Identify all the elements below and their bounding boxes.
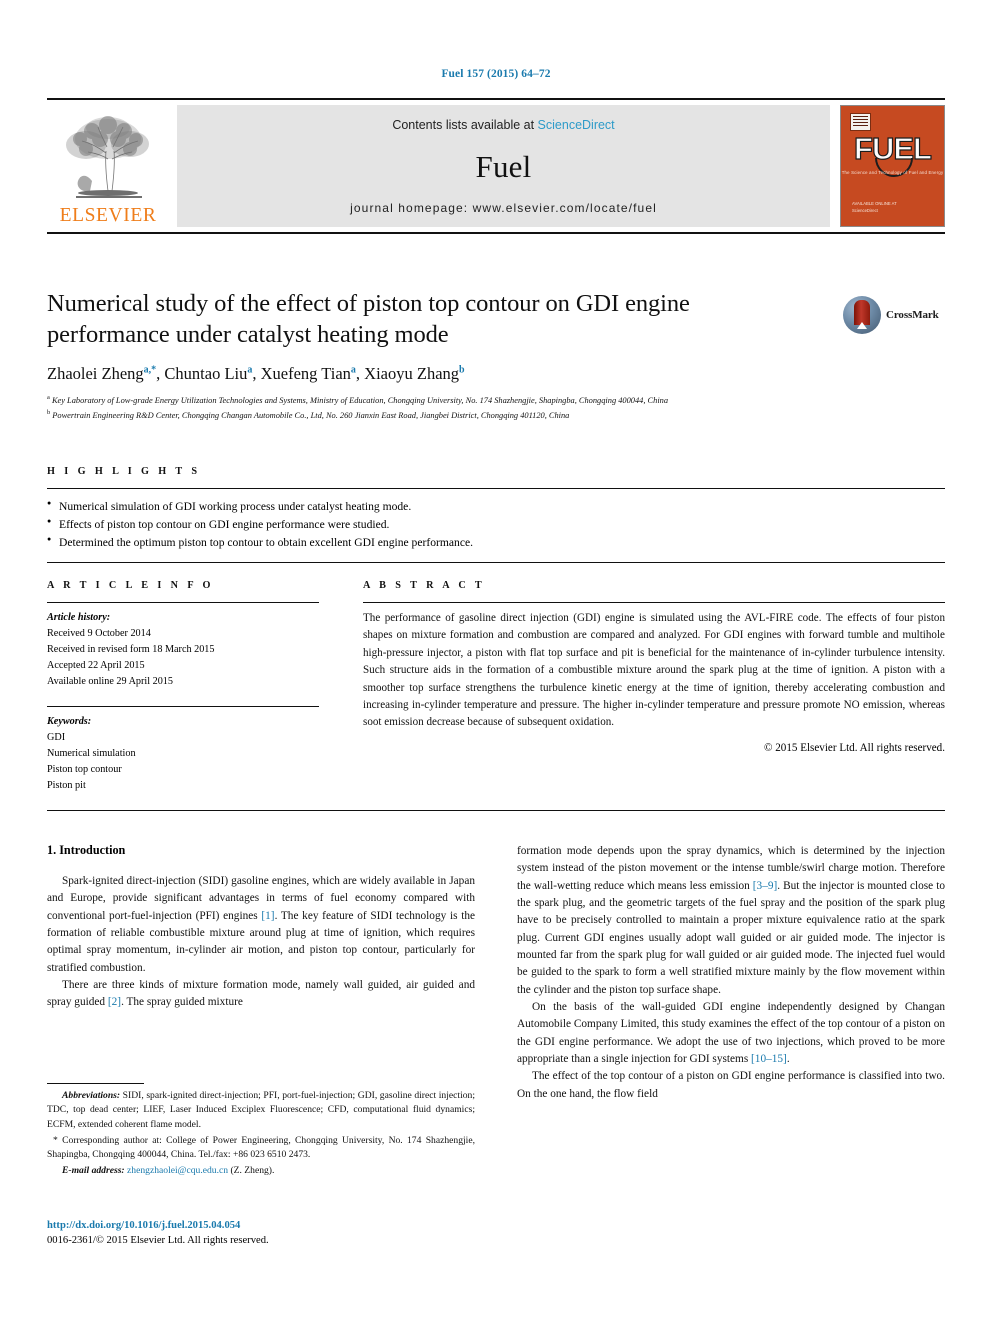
body-paragraph: formation mode depends upon the spray dy… (517, 843, 945, 999)
footnote-email: E-mail address: zhengzhaolei@cqu.edu.cn … (47, 1164, 475, 1178)
elsevier-tree-icon (66, 115, 149, 198)
affiliation-item: a Key Laboratory of Low-grade Energy Uti… (47, 393, 945, 408)
body-column-left: 1. Introduction Spark-ignited direct-inj… (47, 843, 475, 1103)
journal-cover-thumbnail: FUEL The Science and Technology of Fuel … (840, 105, 945, 227)
info-abstract-section: A R T I C L E I N F O Article history: R… (47, 580, 945, 794)
body-paragraph: Spark-ignited direct-injection (SIDI) ga… (47, 873, 475, 977)
journal-masthead: ELSEVIER Contents lists available at Sci… (47, 98, 945, 234)
article-info-column: A R T I C L E I N F O Article history: R… (47, 580, 319, 794)
issn-copyright-line: 0016-2361/© 2015 Elsevier Ltd. All right… (47, 1235, 269, 1247)
footnote-abbreviations: Abbreviations: SIDI, spark-ignited direc… (47, 1089, 475, 1132)
body-top-rule (47, 810, 945, 811)
email-label: E-mail address: (62, 1165, 125, 1177)
highlights-heading: H I G H L I G H T S (47, 466, 201, 477)
cover-footer: AVAILABLE ONLINE AT ScienceDirect (852, 201, 897, 214)
body-paragraph: On the basis of the wall-guided GDI engi… (517, 999, 945, 1068)
citation-link[interactable]: [2] (108, 996, 121, 1008)
abstract-heading: A B S T R A C T (363, 580, 486, 591)
affiliation-text: Key Laboratory of Low-grade Energy Utili… (51, 396, 669, 406)
affiliation-mark: b (47, 408, 51, 416)
running-head: Fuel 157 (2015) 64–72 (441, 68, 551, 80)
author-list: Zhaolei Zhenga,*, Chuntao Liua, Xuefeng … (47, 364, 465, 384)
cover-footer-line1: AVAILABLE ONLINE AT (852, 201, 897, 207)
keyword-item: GDI (47, 731, 66, 743)
doi-link[interactable]: http://dx.doi.org/10.1016/j.fuel.2015.04… (47, 1218, 475, 1233)
highlights-list: Numerical simulation of GDI working proc… (47, 489, 945, 552)
article-info-heading: A R T I C L E I N F O (47, 580, 214, 591)
journal-title: Fuel (475, 149, 532, 184)
abstract-copyright: © 2015 Elsevier Ltd. All rights reserved… (764, 741, 945, 754)
history-item: Received 9 October 2014 (47, 628, 151, 640)
footnote-rule (47, 1083, 144, 1084)
paragraph-text: . The spray guided mixture (121, 996, 243, 1009)
list-item: Numerical simulation of GDI working proc… (47, 497, 945, 516)
footnote-block: Abbreviations: SIDI, spark-ignited direc… (47, 1083, 475, 1179)
crossmark-icon (843, 296, 881, 334)
title-block: CrossMark Numerical study of the effect … (47, 288, 945, 422)
highlights-section: H I G H L I G H T S Numerical simulation… (47, 466, 945, 564)
keywords-block: Keywords: GDI Numerical simulation Pisto… (47, 714, 319, 795)
history-item: Available online 29 April 2015 (47, 676, 173, 688)
history-item: Accepted 22 April 2015 (47, 660, 145, 672)
keyword-item: Piston pit (47, 779, 86, 791)
article-history: Article history: Received 9 October 2014… (47, 610, 319, 691)
page-title: Numerical study of the effect of piston … (47, 290, 690, 349)
doi-block: http://dx.doi.org/10.1016/j.fuel.2015.04… (47, 1218, 475, 1249)
body-columns: 1. Introduction Spark-ignited direct-inj… (47, 843, 945, 1103)
affiliation-mark: a (47, 394, 50, 402)
contents-prefix: Contents lists available at (392, 118, 538, 132)
elsevier-logo: ELSEVIER (47, 105, 169, 227)
body-paragraph: The effect of the top contour of a pisto… (517, 1070, 945, 1100)
list-item: Effects of piston top contour on GDI eng… (47, 516, 945, 534)
crossmark-badge-group[interactable]: CrossMark (843, 292, 943, 338)
footnote-corresponding-author: * Corresponding author at: College of Po… (47, 1134, 475, 1161)
paragraph-text: On the basis of the wall-guided GDI engi… (517, 1000, 945, 1065)
keywords-rule (47, 705, 319, 707)
abstract-rule (363, 602, 945, 603)
list-item: Determined the optimum piston top contou… (47, 534, 945, 552)
article-history-label: Article history: (47, 612, 111, 623)
abstract-column: A B S T R A C T The performance of gasol… (363, 580, 945, 794)
article-info-rule (47, 602, 319, 603)
body-column-right: formation mode depends upon the spray dy… (517, 843, 945, 1103)
citation-link[interactable]: [3–9] (753, 880, 777, 892)
paragraph-text: . (786, 1052, 790, 1065)
crossmark-label: CrossMark (886, 309, 939, 321)
section-heading-introduction: 1. Introduction (47, 843, 126, 857)
body-paragraph: There are three kinds of mixture formati… (47, 977, 475, 1012)
citation-link[interactable]: [1] (261, 910, 274, 922)
keyword-item: Numerical simulation (47, 747, 136, 759)
cover-footer-line2: ScienceDirect (852, 207, 878, 213)
abbreviations-label: Abbreviations: (62, 1090, 121, 1101)
masthead-bottom-rule (47, 232, 945, 234)
elsevier-wordmark: ELSEVIER (59, 204, 157, 226)
affiliation-item: b Powertrain Engineering R&D Center, Cho… (47, 408, 945, 423)
affiliation-list: a Key Laboratory of Low-grade Energy Uti… (47, 393, 945, 422)
affiliation-text: Powertrain Engineering R&D Center, Chong… (52, 410, 570, 420)
email-suffix: (Z. Zheng). (228, 1165, 275, 1177)
email-link[interactable]: zhengzhaolei@cqu.edu.cn (127, 1165, 228, 1176)
masthead-top-rule (47, 98, 945, 100)
paper-page: Fuel 157 (2015) 64–72 ELSEVIER Contents … (0, 0, 992, 1323)
journal-homepage-link[interactable]: journal homepage: www.elsevier.com/locat… (350, 201, 657, 215)
journal-band: Contents lists available at ScienceDirec… (177, 105, 830, 227)
cover-subtitle: The Science and Technology of Fuel and E… (841, 170, 944, 175)
keyword-item: Piston top contour (47, 763, 122, 775)
keywords-label: Keywords: (47, 715, 92, 727)
contents-available-line: Contents lists available at ScienceDirec… (392, 118, 614, 132)
paragraph-text: . But the injector is mounted close to t… (517, 879, 945, 996)
sciencedirect-link[interactable]: ScienceDirect (538, 118, 615, 132)
cover-sciencedirect-icon (850, 113, 871, 131)
highlights-bottom-rule (47, 562, 945, 564)
abstract-text: The performance of gasoline direct injec… (363, 612, 945, 729)
history-item: Received in revised form 18 March 2015 (47, 644, 215, 656)
citation-link[interactable]: [10–15] (751, 1053, 787, 1065)
